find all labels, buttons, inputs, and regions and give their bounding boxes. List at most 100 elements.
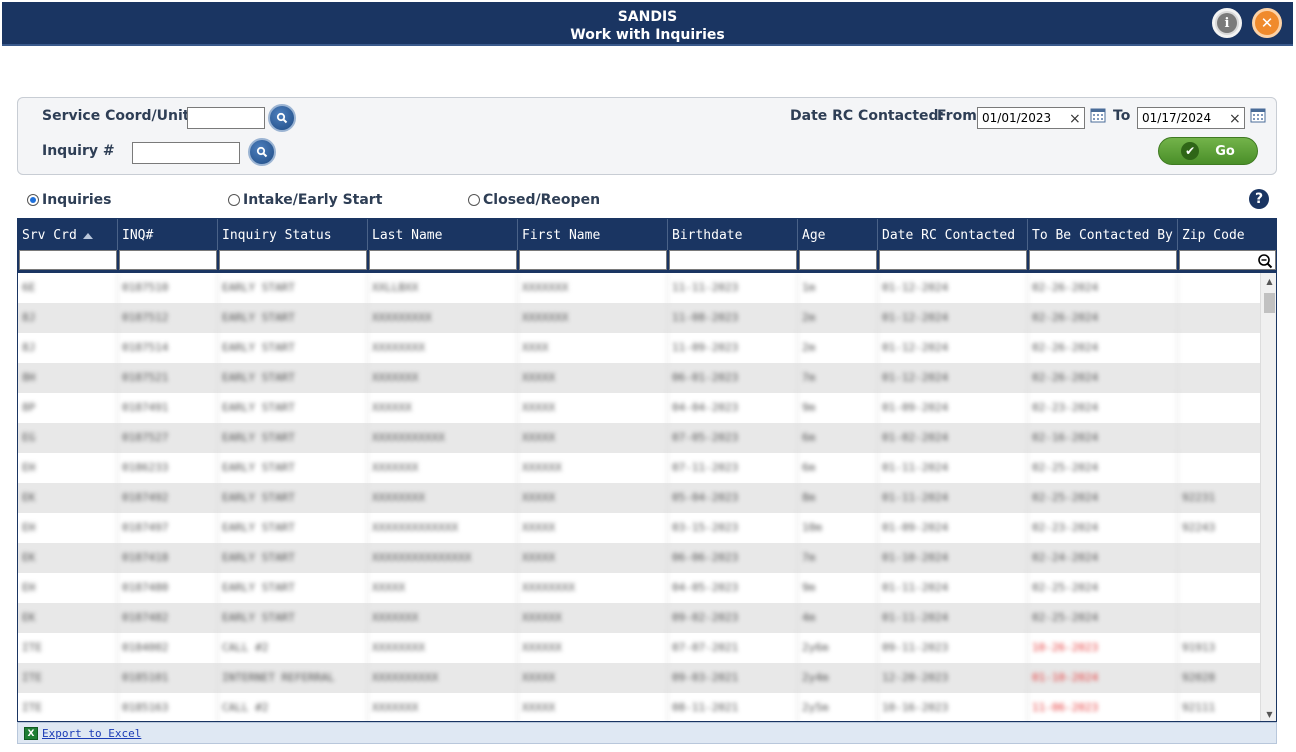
table-cell: 91913 [1178, 633, 1260, 663]
clear-to-date-icon[interactable]: × [1229, 112, 1241, 126]
radio-button[interactable] [27, 194, 39, 206]
table-cell: 0187521 [118, 363, 218, 393]
column-header[interactable]: Inquiry Status [218, 219, 368, 250]
table-row[interactable]: EG 0187527 EARLY START XXXXXXXXXXX XXXXX 07-0… [18, 423, 1260, 453]
radio-button[interactable] [468, 194, 480, 206]
table-cell: 02-23-2024 [1028, 513, 1178, 543]
table-cell: EARLY START [218, 393, 368, 423]
vertical-scrollbar[interactable]: ▲ ▼ [1260, 273, 1276, 721]
inquiry-input[interactable] [132, 142, 240, 164]
table-cell: 0187497 [118, 513, 218, 543]
table-row[interactable]: ITE 0185163 CALL #2 XXXXXXX XXXXX 08-11-2021 2… [18, 693, 1260, 721]
table-cell: EARLY START [218, 363, 368, 393]
table-cell: 01-11-2024 [878, 483, 1028, 513]
radio-inquiries[interactable]: Inquiries [27, 192, 112, 208]
table-row[interactable]: EK 0187482 EARLY START XXXXXXX XXXXXX 09-02-2… [18, 603, 1260, 633]
column-header[interactable]: To Be Contacted By [1028, 219, 1178, 250]
table-row[interactable]: EK 0187492 EARLY START XXXXXXXX XXXXX 05-04-2… [18, 483, 1260, 513]
grid-footer: X Export to Excel [17, 722, 1277, 744]
column-filter-input[interactable] [219, 250, 367, 270]
table-row[interactable]: 6E 0187510 EARLY START XXLLBXX XXXXXXX 11-11-… [18, 273, 1260, 303]
column-header[interactable]: Zip Code [1178, 219, 1276, 250]
table-row[interactable]: EH 0186233 EARLY START XXXXXXX XXXXXX 07-11-2… [18, 453, 1260, 483]
table-cell: 0187491 [118, 393, 218, 423]
table-cell: 8H [18, 363, 118, 393]
table-cell: EARLY START [218, 543, 368, 573]
scroll-thumb[interactable] [1264, 293, 1275, 313]
table-cell: ITE [18, 663, 118, 693]
clear-from-date-icon[interactable]: × [1069, 112, 1081, 126]
column-filter-input[interactable] [799, 250, 877, 270]
column-header[interactable]: Date RC Contacted [878, 219, 1028, 250]
column-filter-input[interactable] [119, 250, 217, 270]
column-filter-input[interactable] [369, 250, 517, 270]
info-button[interactable]: i [1212, 8, 1242, 38]
column-header[interactable]: Srv Crd [18, 219, 118, 250]
table-row[interactable]: 8H 0187521 EARLY START XXXXXXX XXXXX 06-01-20… [18, 363, 1260, 393]
table-row[interactable]: EH 0187497 EARLY START XXXXXXXXXXXXX XXXXX 03… [18, 513, 1260, 543]
radio-label: Inquiries [42, 192, 112, 208]
table-cell: XXXXXXXX [518, 573, 668, 603]
table-cell: XXXXXXXX [368, 633, 518, 663]
sort-ascending-icon [82, 232, 93, 239]
table-row[interactable]: 8J 0187512 EARLY START XXXXXXXXX XXXXXXX 11-0… [18, 303, 1260, 333]
table-cell: 09-11-2023 [878, 633, 1028, 663]
column-filter-input[interactable] [1029, 250, 1177, 270]
table-cell: 11-09-2023 [668, 333, 798, 363]
close-button[interactable]: ✕ [1252, 8, 1282, 38]
column-filter-input[interactable] [1179, 250, 1276, 270]
radio-intake-early-start[interactable]: Intake/Early Start [228, 192, 382, 208]
column-filter-input[interactable] [879, 250, 1027, 270]
zoom-out-icon[interactable] [1257, 253, 1273, 269]
table-cell: 0187418 [118, 543, 218, 573]
table-row[interactable]: EK 0187418 EARLY START XXXXXXXXXXXXXXX XXXXX… [18, 543, 1260, 573]
column-header[interactable]: Last Name [368, 219, 518, 250]
table-row[interactable]: ITE 0184002 CALL #2 XXXXXXXX XXXXXX 07-07-202… [18, 633, 1260, 663]
column-filter-input[interactable] [519, 250, 667, 270]
help-icon[interactable]: ? [1249, 189, 1269, 209]
service-coord-search-button[interactable] [268, 104, 296, 132]
grid-body: 6E 0187510 EARLY START XXLLBXX XXXXXXX 11-11-… [18, 273, 1260, 721]
inquiry-search-button[interactable] [248, 138, 276, 166]
table-cell: 08-11-2021 [668, 693, 798, 721]
scroll-up-icon[interactable]: ▲ [1261, 273, 1276, 290]
from-calendar-icon[interactable] [1090, 107, 1106, 123]
column-header-label: Zip Code [1182, 228, 1245, 243]
go-button[interactable]: ✔ Go [1158, 137, 1258, 165]
table-cell: 01-12-2024 [878, 273, 1028, 303]
column-header[interactable]: Birthdate [668, 219, 798, 250]
column-filter-input[interactable] [19, 250, 117, 270]
scroll-down-icon[interactable]: ▼ [1261, 706, 1276, 721]
export-to-excel-link[interactable]: Export to Excel [42, 727, 141, 740]
table-row[interactable]: EH 0187480 EARLY START XXXXX XXXXXXXX 04-05-2… [18, 573, 1260, 603]
radio-button[interactable] [228, 194, 240, 206]
radio-closed-reopen[interactable]: Closed/Reopen [468, 192, 600, 208]
table-row[interactable]: 8J 0187514 EARLY START XXXXXXXX XXXX 11-09-20… [18, 333, 1260, 363]
table-cell: EH [18, 573, 118, 603]
table-cell: 8P [18, 393, 118, 423]
service-coord-input[interactable] [187, 107, 265, 129]
table-cell: ITE [18, 693, 118, 721]
table-row[interactable]: ITE 0185101 INTERNET REFERRAL XXXXXXXXXX XXX… [18, 663, 1260, 693]
table-cell: 07-05-2023 [668, 423, 798, 453]
column-header[interactable]: INQ# [118, 219, 218, 250]
grid-header: Srv Crd INQ# Inquiry Status Last Name First … [18, 219, 1276, 273]
column-header[interactable]: First Name [518, 219, 668, 250]
column-header[interactable]: Age [798, 219, 878, 250]
table-cell: XXXXX [368, 573, 518, 603]
to-calendar-icon[interactable] [1250, 107, 1266, 123]
table-cell: 09-02-2023 [668, 603, 798, 633]
table-cell: 01-10-2024 [878, 543, 1028, 573]
table-cell: 92111 [1178, 693, 1260, 721]
search-icon [256, 146, 268, 158]
table-cell: 11-11-2023 [668, 273, 798, 303]
table-cell: XXXXXXX [368, 693, 518, 721]
table-cell: 02-26-2024 [1028, 303, 1178, 333]
table-cell: 0187482 [118, 603, 218, 633]
table-cell: EARLY START [218, 273, 368, 303]
table-cell: 10-26-2023 [1028, 633, 1178, 663]
table-cell: INTERNET REFERRAL [218, 663, 368, 693]
table-row[interactable]: 8P 0187491 EARLY START XXXXXX XXXXX 04-04-202… [18, 393, 1260, 423]
column-filter-input[interactable] [669, 250, 797, 270]
table-cell: XXXXX [518, 663, 668, 693]
